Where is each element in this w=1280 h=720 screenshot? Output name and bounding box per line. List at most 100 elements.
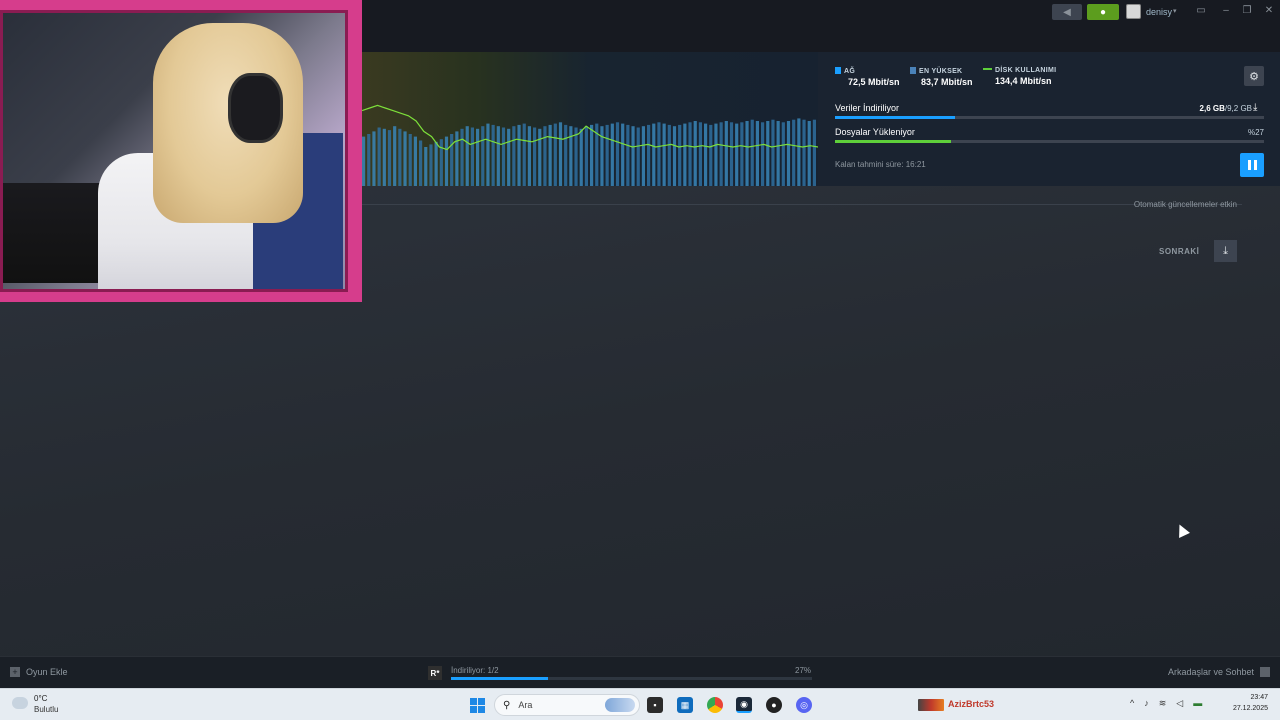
minimize-icon[interactable]: – bbox=[1219, 5, 1233, 16]
microphone-icon[interactable]: ♪ bbox=[1144, 698, 1149, 709]
download-all-button[interactable]: ⤓ bbox=[1214, 240, 1237, 262]
bottom-bar: + Oyun Ekle R* İndiriliyor: 1/2 27% Arka… bbox=[0, 656, 1280, 688]
friends-chat-button[interactable]: Arkadaşlar ve Sohbet bbox=[1168, 667, 1270, 677]
network-bar bbox=[812, 119, 816, 186]
network-bar bbox=[662, 123, 666, 186]
auto-updates-status[interactable]: Otomatik güncellemeler etkin bbox=[1134, 200, 1237, 209]
network-bar bbox=[507, 128, 511, 186]
downloading-status[interactable]: İndiriliyor: 1/2 bbox=[451, 666, 499, 675]
weather-description[interactable]: Bulutlu bbox=[34, 705, 58, 714]
chrome-icon[interactable] bbox=[707, 697, 723, 713]
add-game-button[interactable]: + Oyun Ekle bbox=[10, 667, 68, 677]
divider bbox=[362, 204, 1242, 205]
peak-stat: EN YÜKSEK 83,7 Mbit/sn bbox=[910, 67, 973, 87]
network-bar bbox=[647, 124, 651, 186]
chevron-up-icon[interactable]: ^ bbox=[1130, 698, 1134, 709]
network-bar bbox=[408, 134, 412, 186]
network-bar bbox=[439, 139, 443, 186]
clock-time[interactable]: 23:47 bbox=[1250, 694, 1268, 701]
avatar[interactable] bbox=[1126, 4, 1141, 19]
notifications-button[interactable]: ● bbox=[1087, 4, 1119, 20]
network-bar bbox=[543, 126, 547, 186]
username[interactable]: denisy bbox=[1146, 7, 1172, 17]
big-picture-icon[interactable]: ▭ bbox=[1194, 5, 1208, 16]
network-bar bbox=[724, 121, 728, 186]
network-bar bbox=[766, 121, 770, 186]
network-bar bbox=[387, 130, 392, 186]
download-progress-fill bbox=[835, 116, 956, 119]
network-bar bbox=[652, 123, 656, 186]
network-bar bbox=[481, 126, 485, 186]
weather-temperature[interactable]: 0°C bbox=[34, 694, 47, 703]
wifi-icon[interactable]: ≋ bbox=[1159, 698, 1167, 709]
settings-button[interactable]: ⚙ bbox=[1244, 66, 1264, 86]
disk-label: DİSK KULLANIMI bbox=[995, 67, 1057, 74]
battery-icon[interactable]: ▬ bbox=[1193, 698, 1202, 709]
install-progress-track bbox=[835, 140, 1264, 143]
windows-logo-tile bbox=[470, 706, 477, 713]
network-bar bbox=[444, 136, 449, 186]
network-bar bbox=[672, 126, 677, 186]
friends-chat-label: Arkadaşlar ve Sohbet bbox=[1167, 667, 1254, 677]
cloud-icon[interactable] bbox=[12, 697, 28, 709]
download-amount: 2,6 GB bbox=[1199, 104, 1225, 113]
network-bar bbox=[786, 121, 791, 186]
task-view-icon[interactable]: ▪ bbox=[647, 697, 663, 713]
maximize-icon[interactable]: ❐ bbox=[1240, 5, 1254, 16]
pause-button[interactable] bbox=[1240, 153, 1264, 177]
webcam-feed bbox=[0, 10, 348, 292]
game-icon[interactable]: R* bbox=[428, 666, 442, 680]
chevron-down-icon[interactable]: ▾ bbox=[1173, 7, 1177, 15]
network-bar bbox=[688, 122, 692, 186]
network-bar bbox=[465, 126, 469, 186]
clock-date[interactable]: 27.12.2025 bbox=[1233, 705, 1268, 712]
windows-logo-tile bbox=[478, 698, 485, 705]
discord-icon[interactable]: ◎ bbox=[796, 697, 812, 713]
steam-icon[interactable]: ◉ bbox=[736, 697, 752, 713]
network-bar bbox=[740, 122, 744, 186]
network-bar bbox=[496, 126, 500, 186]
network-bar bbox=[693, 121, 697, 186]
network-bar bbox=[683, 123, 687, 186]
network-label: AĞ bbox=[844, 68, 856, 75]
tray-app-icons[interactable] bbox=[918, 699, 944, 711]
network-bar bbox=[626, 124, 630, 186]
disk-value: 134,4 Mbit/sn bbox=[995, 76, 1052, 86]
network-bar bbox=[564, 124, 568, 186]
network-bar bbox=[792, 119, 796, 186]
download-progress-track bbox=[835, 116, 1264, 119]
taskbar-search[interactable]: ⚲ Ara bbox=[494, 694, 640, 716]
network-bar bbox=[729, 122, 734, 186]
windows-taskbar: 0°C Bulutlu ⚲ Ara ▪ ▦ ◉ ● ◎ AzizBrtc53 ^… bbox=[0, 688, 1280, 720]
volume-icon[interactable]: ◁ bbox=[1176, 698, 1183, 709]
network-bar bbox=[719, 122, 723, 186]
start-button[interactable] bbox=[470, 698, 485, 713]
network-bar bbox=[512, 126, 516, 186]
close-icon[interactable]: ✕ bbox=[1262, 5, 1276, 16]
network-bar bbox=[429, 144, 433, 186]
network-bar bbox=[558, 122, 563, 186]
network-bar bbox=[698, 122, 702, 186]
chat-icon bbox=[1260, 667, 1270, 677]
obs-icon[interactable]: ● bbox=[766, 697, 782, 713]
bandwidth-graph-svg bbox=[362, 104, 818, 186]
network-bar bbox=[538, 128, 542, 186]
windows-logo-tile bbox=[478, 706, 485, 713]
bottom-progress-track bbox=[451, 677, 812, 680]
bottom-progress-percent: 27% bbox=[795, 666, 812, 675]
network-bar bbox=[636, 127, 640, 186]
network-bar bbox=[574, 127, 578, 186]
network-bar bbox=[548, 124, 552, 186]
pause-icon-bar bbox=[1253, 160, 1257, 170]
mouse-cursor-icon bbox=[1174, 522, 1190, 538]
network-bar bbox=[393, 126, 397, 186]
search-placeholder: Ara bbox=[518, 700, 533, 710]
network-bar bbox=[522, 123, 526, 186]
network-bar bbox=[553, 123, 557, 186]
store-icon[interactable]: ▦ bbox=[677, 697, 693, 713]
disk-legend-icon bbox=[983, 68, 992, 70]
announcements-button[interactable]: ◀ bbox=[1052, 4, 1082, 20]
network-bar bbox=[455, 131, 459, 186]
peak-value: 83,7 Mbit/sn bbox=[921, 77, 973, 87]
network-bar bbox=[476, 128, 480, 186]
